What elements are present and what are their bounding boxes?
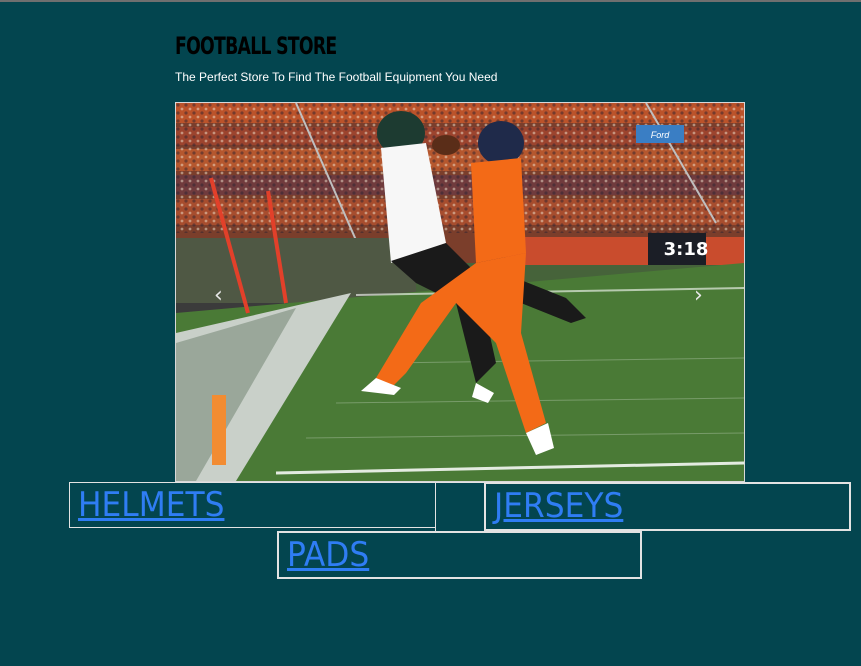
image-carousel[interactable]: Ford 3:18 ‹ › <box>175 102 745 482</box>
category-link-helmets[interactable]: HELMETS <box>78 485 224 525</box>
category-helmets-box: HELMETS <box>69 482 436 528</box>
ford-banner: Ford <box>651 130 671 140</box>
category-pads-box: PADS <box>277 531 642 579</box>
carousel-prev-button[interactable]: ‹ <box>214 283 223 308</box>
category-jerseys-box: JERSEYS <box>484 482 851 531</box>
category-spacer-box <box>435 482 486 532</box>
carousel-next-button[interactable]: › <box>694 283 703 308</box>
chevron-left-icon: ‹ <box>214 283 223 308</box>
category-link-pads[interactable]: PADS <box>287 535 369 575</box>
football-photo: Ford 3:18 <box>176 103 744 481</box>
page-title: FOOTBALL STORE <box>175 32 337 60</box>
category-link-jerseys[interactable]: JERSEYS <box>494 486 623 526</box>
page-subtitle: The Perfect Store To Find The Football E… <box>175 70 498 84</box>
chevron-right-icon: › <box>694 283 703 308</box>
scoreboard-time: 3:18 <box>664 239 709 260</box>
store-header: FOOTBALL STORE The Perfect Store To Find… <box>175 32 497 84</box>
